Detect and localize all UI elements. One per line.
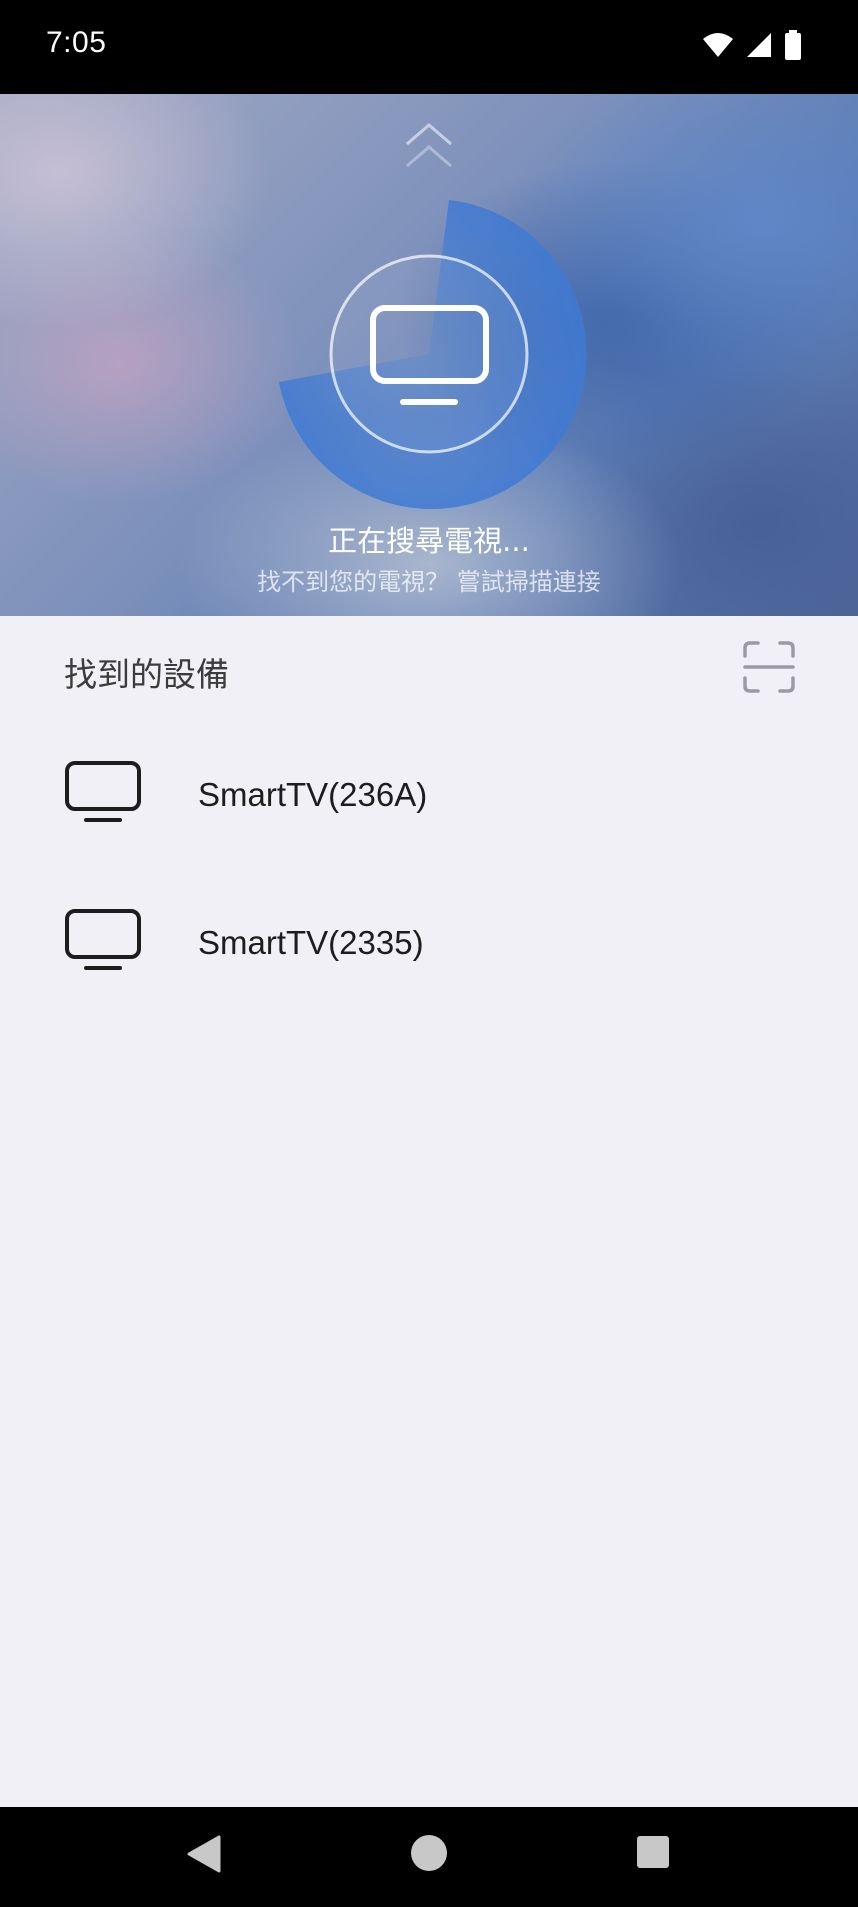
scan-icon[interactable] bbox=[742, 640, 796, 694]
status-icons bbox=[702, 30, 802, 60]
scan-hint-link[interactable]: 找不到您的電視？ 嘗試掃描連接 bbox=[0, 562, 858, 597]
found-devices-title: 找到的設備 bbox=[64, 655, 229, 694]
signal-icon bbox=[747, 33, 771, 57]
tv-icon bbox=[65, 909, 141, 970]
wifi-icon bbox=[703, 33, 733, 57]
battery-icon bbox=[785, 30, 801, 60]
device-name: SmartTV(236A) bbox=[198, 776, 428, 813]
tv-icon bbox=[65, 761, 141, 822]
status-time: 7:05 bbox=[46, 26, 107, 59]
search-hero: 正在搜尋電視... 找不到您的電視？ 嘗試掃描連接 bbox=[0, 94, 858, 616]
home-icon[interactable] bbox=[409, 1833, 449, 1873]
device-item[interactable]: SmartTV(236A) bbox=[0, 730, 858, 860]
back-icon[interactable] bbox=[187, 1835, 221, 1873]
searching-title: 正在搜尋電視... bbox=[328, 524, 530, 558]
device-name: SmartTV(2335) bbox=[198, 924, 424, 961]
device-item[interactable]: SmartTV(2335) bbox=[0, 878, 858, 1008]
recents-icon[interactable] bbox=[636, 1835, 670, 1869]
status-bar: 7:05 bbox=[0, 0, 858, 94]
system-nav-bar bbox=[0, 1807, 858, 1907]
